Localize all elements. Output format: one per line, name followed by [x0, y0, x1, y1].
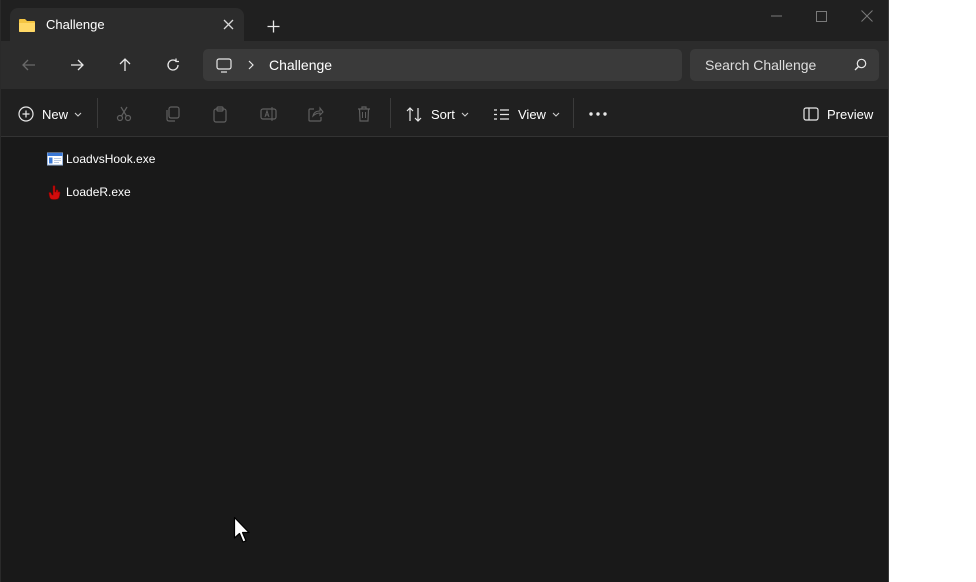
command-divider — [573, 98, 574, 128]
plus-icon — [267, 20, 279, 32]
scissors-icon — [116, 106, 132, 122]
list-view-icon — [494, 108, 509, 120]
preview-pane-icon — [803, 107, 819, 121]
paste-button[interactable] — [206, 99, 234, 129]
more-dots-icon — [589, 112, 607, 116]
new-label: New — [42, 106, 69, 122]
minimize-button[interactable] — [753, 0, 799, 32]
list-item[interactable]: LoadeR.exe — [47, 182, 131, 202]
refresh-button[interactable] — [157, 50, 189, 80]
rename-button[interactable] — [254, 99, 282, 129]
folder-icon — [19, 18, 35, 32]
file-explorer-window: Challenge Challenge Search Challenge New… — [0, 0, 889, 582]
chevron-down-icon — [552, 112, 560, 117]
address-bar[interactable]: Challenge — [203, 49, 682, 81]
preview-label: Preview — [827, 106, 874, 122]
monitor-icon — [216, 57, 232, 73]
new-button[interactable]: New — [18, 99, 82, 129]
copy-button[interactable] — [158, 99, 186, 129]
arrow-right-icon — [71, 59, 84, 71]
navigation-bar: Challenge — [1, 41, 888, 89]
title-bar: Challenge — [1, 0, 888, 41]
tab-challenge[interactable]: Challenge — [10, 8, 244, 41]
chevron-down-icon — [461, 112, 469, 117]
trash-icon — [358, 106, 370, 122]
copy-icon — [166, 106, 180, 122]
more-options-button[interactable] — [584, 99, 612, 129]
share-icon — [308, 106, 324, 122]
view-label: View — [518, 106, 546, 122]
mouse-cursor-icon — [233, 516, 250, 543]
share-button[interactable] — [302, 99, 330, 129]
chevron-down-icon — [74, 112, 82, 117]
cut-button[interactable] — [110, 99, 138, 129]
chevron-right-icon[interactable] — [248, 60, 255, 70]
rename-icon — [259, 107, 277, 121]
file-name: LoadvsHook.exe — [66, 152, 156, 166]
list-item[interactable]: LoadvsHook.exe — [47, 149, 155, 169]
view-button[interactable]: View — [493, 99, 560, 129]
tab-title: Challenge — [46, 17, 105, 32]
close-icon — [861, 10, 873, 22]
search-box[interactable] — [690, 49, 879, 81]
delete-button[interactable] — [350, 99, 378, 129]
breadcrumb-challenge[interactable]: Challenge — [269, 57, 332, 73]
refresh-icon — [167, 58, 179, 71]
sort-icon — [406, 106, 422, 122]
search-icon — [854, 58, 867, 71]
preview-button[interactable]: Preview — [803, 99, 873, 129]
back-button[interactable] — [13, 50, 45, 80]
new-tab-button[interactable] — [259, 12, 287, 40]
arrow-up-icon — [119, 58, 131, 71]
maximize-icon — [815, 10, 827, 22]
clipboard-icon — [213, 105, 227, 123]
maximize-button[interactable] — [798, 0, 844, 32]
command-divider — [390, 98, 391, 128]
exe-window-icon — [47, 151, 63, 167]
file-name: LoadeR.exe — [66, 185, 131, 199]
sort-label: Sort — [431, 106, 455, 122]
hand-icon — [47, 184, 63, 200]
plus-circle-icon — [18, 106, 34, 122]
minimize-icon — [770, 15, 782, 17]
file-list: LoadvsHook.exe LoadeR.exe — [1, 137, 888, 582]
arrow-left-icon — [22, 59, 35, 71]
up-button[interactable] — [109, 50, 141, 80]
close-window-button[interactable] — [844, 0, 888, 32]
tab-close-icon[interactable] — [214, 13, 242, 37]
command-divider — [97, 98, 98, 128]
forward-button[interactable] — [61, 50, 93, 80]
search-input[interactable] — [705, 57, 845, 73]
sort-button[interactable]: Sort — [406, 99, 469, 129]
